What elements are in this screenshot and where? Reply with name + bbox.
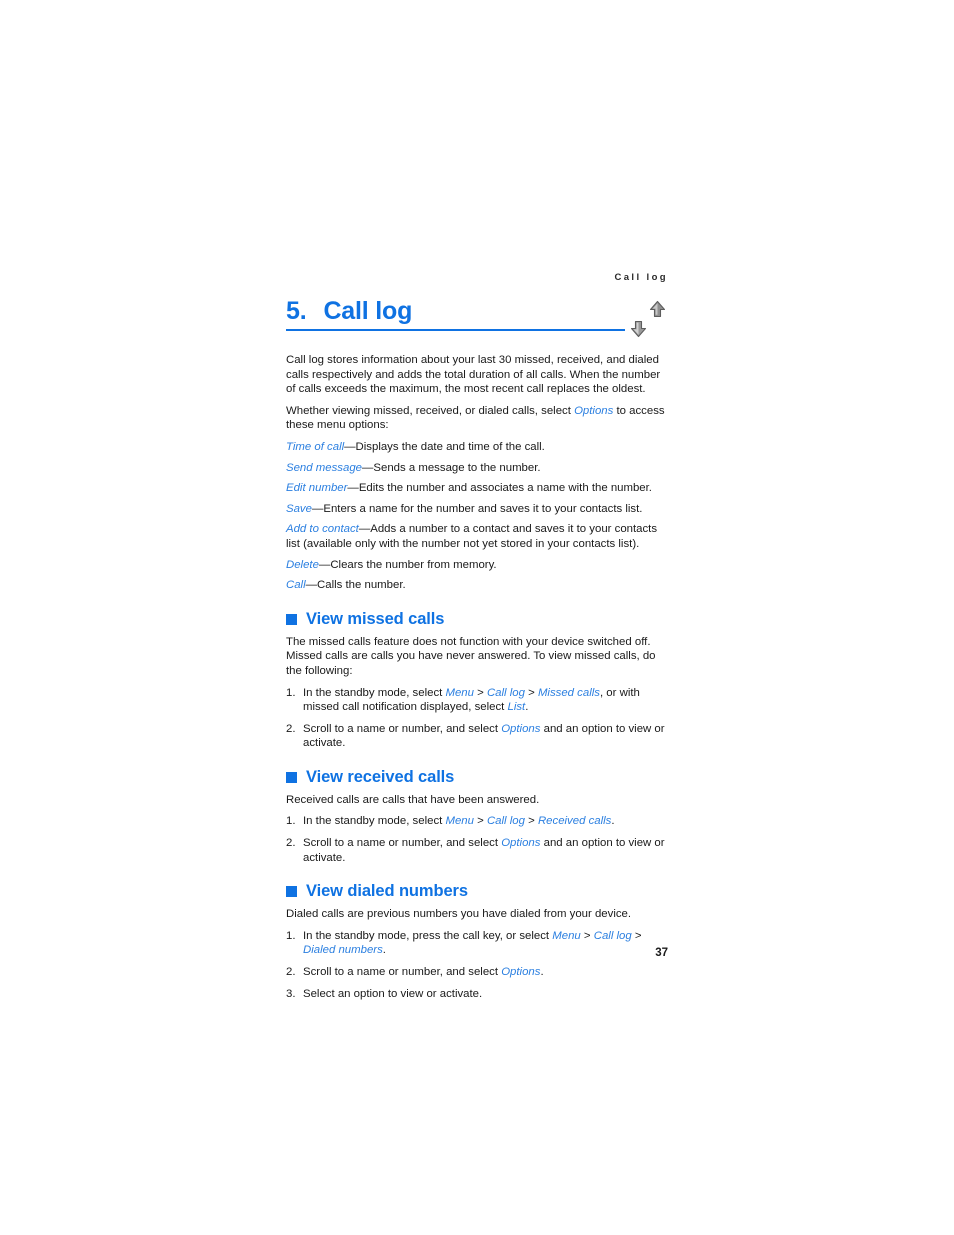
step-text: Scroll to a name or number, and select bbox=[303, 722, 502, 735]
menu-option-term: Save bbox=[286, 502, 312, 515]
title-divider bbox=[286, 329, 625, 331]
menu-option-description: —Edits the number and associates a name … bbox=[347, 482, 652, 495]
ui-term: Call log bbox=[486, 686, 525, 699]
received-calls-intro: Received calls are calls that have been … bbox=[286, 793, 540, 806]
step-text: In the standby mode, select bbox=[303, 686, 446, 699]
menu-option-term: Delete bbox=[286, 558, 319, 571]
step-number: 2. bbox=[286, 837, 296, 850]
step-text: . bbox=[540, 966, 544, 979]
menu-option-term: Call bbox=[286, 579, 306, 592]
step-number: 2. bbox=[286, 966, 296, 979]
section-heading-label: View dialed numbers bbox=[306, 882, 468, 901]
ui-term: Options bbox=[501, 966, 541, 979]
step-number: 3. bbox=[286, 987, 296, 1000]
chapter-heading: Call log bbox=[323, 297, 413, 325]
section-heading-received-calls: View received calls bbox=[286, 768, 670, 787]
step-item: 2. Scroll to a name or number, and select… bbox=[286, 722, 670, 751]
step-text: Scroll to a name or number, and select bbox=[303, 837, 502, 850]
intro-paragraph-1: Call log stores information about your l… bbox=[286, 354, 661, 396]
intro-text-before: Whether viewing missed, received, or dia… bbox=[286, 404, 575, 417]
step-text: Select an option to view or activate. bbox=[303, 987, 483, 1000]
menu-option-description: —Enters a name for the number and saves … bbox=[311, 502, 643, 515]
step-text: In the standby mode, select bbox=[303, 815, 446, 828]
ui-term-options: Options bbox=[574, 404, 614, 417]
ui-term: Options bbox=[501, 722, 541, 735]
manual-page: Call log 5. Call log Call log stores inf… bbox=[0, 0, 954, 1235]
section-heading-missed-calls: View missed calls bbox=[286, 610, 670, 629]
step-number: 2. bbox=[286, 722, 296, 735]
missed-calls-intro: The missed calls feature does not functi… bbox=[286, 635, 656, 677]
dialed-numbers-steps: 1. In the standby mode, press the call ke… bbox=[286, 929, 670, 1001]
menu-option-description: —Clears the number from memory. bbox=[318, 558, 497, 571]
step-item: 1. In the standby mode, select Menu > Cal… bbox=[286, 686, 670, 715]
step-text: . bbox=[525, 701, 529, 714]
step-text: > bbox=[473, 686, 487, 699]
ui-term: Call log bbox=[593, 929, 632, 942]
step-item: 2. Scroll to a name or number, and select… bbox=[286, 965, 670, 980]
received-calls-steps: 1. In the standby mode, select Menu > Cal… bbox=[286, 814, 670, 865]
up-down-arrows-icon bbox=[628, 300, 672, 340]
menu-option-description: —Sends a message to the number. bbox=[362, 461, 541, 474]
step-text: > bbox=[524, 815, 538, 828]
square-bullet-icon bbox=[286, 771, 297, 783]
step-text: > bbox=[631, 929, 642, 942]
menu-option-item: Save—Enters a name for the number and sa… bbox=[286, 502, 670, 517]
ui-term: Menu bbox=[445, 686, 474, 699]
intro-paragraph-2: Whether viewing missed, received, or dia… bbox=[286, 404, 670, 433]
menu-option-description: —Displays the date and time of the call. bbox=[344, 440, 545, 453]
ui-term: List bbox=[507, 701, 526, 714]
step-item: 2. Scroll to a name or number, and select… bbox=[286, 836, 670, 865]
section-heading-label: View missed calls bbox=[306, 609, 445, 628]
step-item: 3. Select an option to view or activate. bbox=[286, 987, 670, 1002]
step-text: > bbox=[580, 929, 594, 942]
step-number: 1. bbox=[286, 929, 296, 942]
step-number: 1. bbox=[286, 815, 296, 828]
section-heading-label: View received calls bbox=[306, 767, 455, 786]
dialed-numbers-intro: Dialed calls are previous numbers you ha… bbox=[286, 908, 632, 921]
ui-term: Menu bbox=[445, 815, 474, 828]
square-bullet-icon bbox=[286, 613, 297, 625]
menu-option-item: Edit number—Edits the number and associa… bbox=[286, 481, 670, 496]
menu-option-item: Call—Calls the number. bbox=[286, 578, 670, 593]
ui-term: Options bbox=[501, 837, 541, 850]
menu-option-term: Send message bbox=[286, 461, 362, 474]
step-text: > bbox=[524, 686, 538, 699]
step-item: 1. In the standby mode, select Menu > Cal… bbox=[286, 814, 670, 829]
running-header: Call log bbox=[614, 272, 668, 283]
chapter-title: 5. Call log bbox=[286, 297, 626, 326]
step-text: . bbox=[611, 815, 615, 828]
menu-options-list: Time of call—Displays the date and time … bbox=[286, 440, 670, 593]
menu-option-description: —Calls the number. bbox=[305, 579, 406, 592]
ui-term: Call log bbox=[486, 815, 525, 828]
step-text: Scroll to a name or number, and select bbox=[303, 966, 502, 979]
menu-option-item: Add to contact—Adds a number to a contac… bbox=[286, 522, 670, 551]
menu-option-item: Delete—Clears the number from memory. bbox=[286, 558, 670, 573]
chapter-number: 5. bbox=[286, 297, 307, 325]
missed-calls-steps: 1. In the standby mode, select Menu > Cal… bbox=[286, 686, 670, 751]
menu-option-term: Edit number bbox=[286, 482, 348, 495]
page-number: 37 bbox=[655, 947, 668, 959]
step-text: > bbox=[473, 815, 487, 828]
ui-term: Received calls bbox=[537, 815, 612, 828]
square-bullet-icon bbox=[286, 886, 297, 898]
section-heading-dialed-numbers: View dialed numbers bbox=[286, 882, 670, 901]
step-number: 1. bbox=[286, 686, 296, 699]
menu-option-term: Time of call bbox=[286, 440, 345, 453]
ui-term: Menu bbox=[552, 929, 581, 942]
menu-option-item: Time of call—Displays the date and time … bbox=[286, 440, 670, 455]
ui-term: Missed calls bbox=[537, 686, 600, 699]
menu-option-term: Add to contact bbox=[286, 523, 359, 536]
menu-option-item: Send message—Sends a message to the numb… bbox=[286, 461, 670, 476]
step-text: In the standby mode, press the call key,… bbox=[303, 929, 553, 942]
page-content: Call log stores information about your l… bbox=[286, 353, 670, 1008]
